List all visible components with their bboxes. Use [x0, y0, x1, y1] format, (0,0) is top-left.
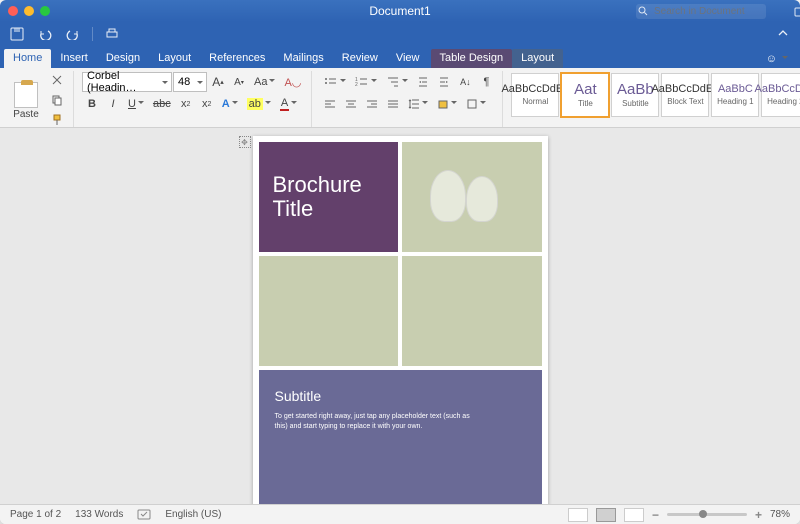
superscript-button[interactable]: x2 [197, 94, 217, 114]
show-marks-button[interactable]: ¶ [476, 72, 496, 92]
sort-button[interactable]: A↓ [455, 72, 475, 92]
paste-label: Paste [13, 109, 39, 120]
borders-button[interactable] [462, 94, 490, 114]
redo-button[interactable] [64, 25, 82, 43]
align-left-button[interactable] [320, 94, 340, 114]
format-painter-button[interactable] [47, 111, 67, 129]
font-name-combo[interactable]: Corbel (Headin… [82, 72, 172, 92]
brochure-subtitle[interactable]: Subtitle [275, 388, 526, 404]
style-heading1[interactable]: AaBbCHeading 1 [711, 73, 759, 117]
zoom-in-button[interactable]: + [755, 508, 762, 522]
cut-button[interactable] [47, 71, 67, 89]
brochure-subtitle-cell[interactable]: Subtitle To get started right away, just… [259, 370, 542, 504]
brochure-image-salad[interactable] [402, 256, 542, 366]
paragraph-group: 12 A↓ ¶ [318, 71, 503, 127]
underline-button[interactable]: U [124, 94, 148, 114]
font-group: Corbel (Headin… 48 A▴ A▾ Aa A◡ B I U abc… [80, 71, 312, 127]
brochure-title-line1[interactable]: Brochure [273, 172, 362, 197]
justify-button[interactable] [383, 94, 403, 114]
undo-button[interactable] [36, 25, 54, 43]
tab-insert[interactable]: Insert [51, 49, 97, 68]
tab-home[interactable]: Home [4, 49, 51, 68]
styles-group: AaBbCcDdEeNormal AatTitle AaBbSubtitle A… [509, 71, 800, 127]
print-view-button[interactable] [596, 508, 616, 522]
tab-mailings[interactable]: Mailings [274, 49, 332, 68]
quick-access-toolbar [0, 22, 800, 46]
style-subtitle[interactable]: AaBbSubtitle [611, 73, 659, 117]
save-button[interactable] [8, 25, 26, 43]
numbering-button[interactable]: 12 [351, 72, 381, 92]
table-anchor-icon[interactable]: ✥ [239, 136, 251, 148]
tab-review[interactable]: Review [333, 49, 387, 68]
share-icon[interactable] [794, 5, 800, 17]
ribbon-tabs: Home Insert Design Layout References Mai… [0, 46, 800, 68]
align-right-button[interactable] [362, 94, 382, 114]
status-bar: Page 1 of 2 133 Words English (US) − + 7… [0, 504, 800, 524]
copy-button[interactable] [47, 91, 67, 109]
grow-font-button[interactable]: A▴ [208, 72, 228, 92]
italic-button[interactable]: I [103, 94, 123, 114]
focus-view-button[interactable] [568, 508, 588, 522]
tab-table-design[interactable]: Table Design [431, 49, 513, 68]
zoom-out-button[interactable]: − [652, 508, 659, 522]
bold-button[interactable]: B [82, 94, 102, 114]
svg-text:2: 2 [355, 82, 358, 88]
font-color-button[interactable]: A [276, 94, 301, 114]
align-center-button[interactable] [341, 94, 361, 114]
style-block-text[interactable]: AaBbCcDdEeBlock Text [661, 73, 709, 117]
page[interactable]: ✥ BrochureTitle Subtitle To get started … [253, 136, 548, 504]
font-size-combo[interactable]: 48 [173, 72, 207, 92]
page-indicator[interactable]: Page 1 of 2 [10, 509, 61, 520]
style-title[interactable]: AatTitle [561, 73, 609, 117]
ribbon: Paste Corbel (Headin… 48 A▴ A▾ Aa A◡ [0, 68, 800, 128]
web-view-button[interactable] [624, 508, 644, 522]
ribbon-options-button[interactable] [774, 25, 792, 43]
tab-references[interactable]: References [200, 49, 274, 68]
text-effects-button[interactable]: A [218, 94, 242, 114]
language-indicator[interactable]: English (US) [165, 509, 221, 520]
search-input[interactable] [636, 4, 766, 19]
tab-table-layout[interactable]: Layout [512, 49, 563, 68]
brochure-title-line2[interactable]: Title [273, 196, 314, 221]
brochure-image-pasta[interactable] [259, 256, 399, 366]
app-window: Document1 Home Insert Design Layout Refe… [0, 0, 800, 524]
style-normal[interactable]: AaBbCcDdEeNormal [511, 73, 559, 117]
tab-view[interactable]: View [387, 49, 429, 68]
zoom-level[interactable]: 78% [770, 509, 790, 520]
brochure-body-text[interactable]: To get started right away, just tap any … [275, 412, 485, 432]
word-count[interactable]: 133 Words [75, 509, 123, 520]
spelling-icon[interactable] [137, 509, 151, 521]
subscript-button[interactable]: x2 [176, 94, 196, 114]
strike-button[interactable]: abc [149, 94, 175, 114]
shrink-font-button[interactable]: A▾ [229, 72, 249, 92]
line-spacing-button[interactable] [404, 94, 432, 114]
clear-format-button[interactable]: A◡ [280, 72, 305, 92]
multilevel-button[interactable] [382, 72, 412, 92]
document-canvas[interactable]: ✥ BrochureTitle Subtitle To get started … [0, 128, 800, 504]
titlebar: Document1 [0, 0, 800, 22]
zoom-slider[interactable] [667, 513, 747, 516]
bullets-button[interactable] [320, 72, 350, 92]
tab-layout[interactable]: Layout [149, 49, 200, 68]
indent-right-button[interactable] [434, 72, 454, 92]
search-icon [638, 6, 648, 16]
brochure-title-cell[interactable]: BrochureTitle [259, 142, 399, 252]
clipboard-group: Paste [6, 71, 74, 127]
shading-button[interactable] [433, 94, 461, 114]
feedback-button[interactable]: ☺ [758, 50, 796, 68]
brochure-image-glasses[interactable] [402, 142, 542, 252]
highlight-button[interactable]: ab [243, 94, 275, 114]
indent-left-button[interactable] [413, 72, 433, 92]
print-button[interactable] [103, 25, 121, 43]
paste-button[interactable]: Paste [8, 80, 44, 120]
style-heading2[interactable]: AaBbCcDdEHeading 2 [761, 73, 800, 117]
brochure-table[interactable]: BrochureTitle Subtitle To get started ri… [259, 142, 542, 504]
tab-design[interactable]: Design [97, 49, 149, 68]
change-case-button[interactable]: Aa [250, 72, 279, 92]
